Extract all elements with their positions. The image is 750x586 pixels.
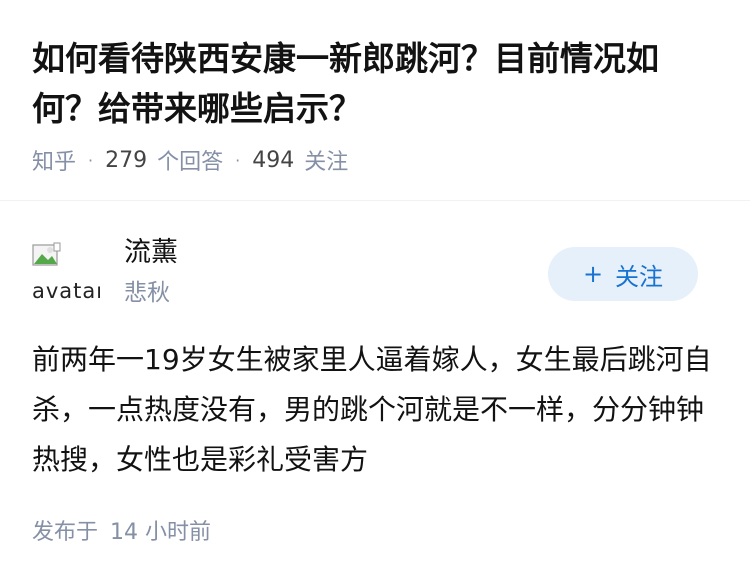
question-header: 如何看待陕西安康一新郎跳河？目前情况如何？给带来哪些启示？ 知乎 · 279 个… — [0, 0, 750, 201]
avatar[interactable]: avatar — [32, 241, 100, 309]
answer-time-prefix: 发布于 — [32, 520, 99, 545]
follower-count-label: 关注 — [304, 150, 349, 175]
answer-count-label: 个回答 — [157, 150, 224, 175]
author-name[interactable]: 流薰 — [124, 235, 178, 271]
answer-card: avatar 流薰 悲秋 + 关注 前两年一19岁女生被家里人逼着嫁人，女生最后… — [0, 201, 750, 586]
answer-time: 发布于 14 小时前 — [32, 517, 211, 549]
question-meta: 知乎 · 279 个回答 · 494 关注 — [32, 144, 348, 176]
broken-image-icon — [32, 242, 61, 266]
answer-count: 279 — [105, 147, 148, 173]
follower-count: 494 — [252, 147, 295, 173]
meta-separator: · — [88, 150, 94, 170]
follow-button-label: 关注 — [615, 262, 664, 291]
plus-icon: + — [582, 260, 604, 288]
avatar-alt-text: avatar — [32, 279, 100, 303]
source-label[interactable]: 知乎 — [32, 144, 76, 176]
question-title[interactable]: 如何看待陕西安康一新郎跳河？目前情况如何？给带来哪些启示？ — [32, 34, 722, 134]
answer-page: 如何看待陕西安康一新郎跳河？目前情况如何？给带来哪些启示？ 知乎 · 279 个… — [0, 0, 750, 586]
author-bio: 悲秋 — [124, 280, 170, 306]
answer-content[interactable]: 前两年一19岁女生被家里人逼着嫁人，女生最后跳河自杀，一点热度没有，男的跳个河就… — [32, 335, 722, 485]
follow-button[interactable]: + 关注 — [548, 247, 698, 301]
answer-time-value: 14 小时前 — [110, 520, 212, 545]
meta-separator: · — [235, 150, 241, 170]
